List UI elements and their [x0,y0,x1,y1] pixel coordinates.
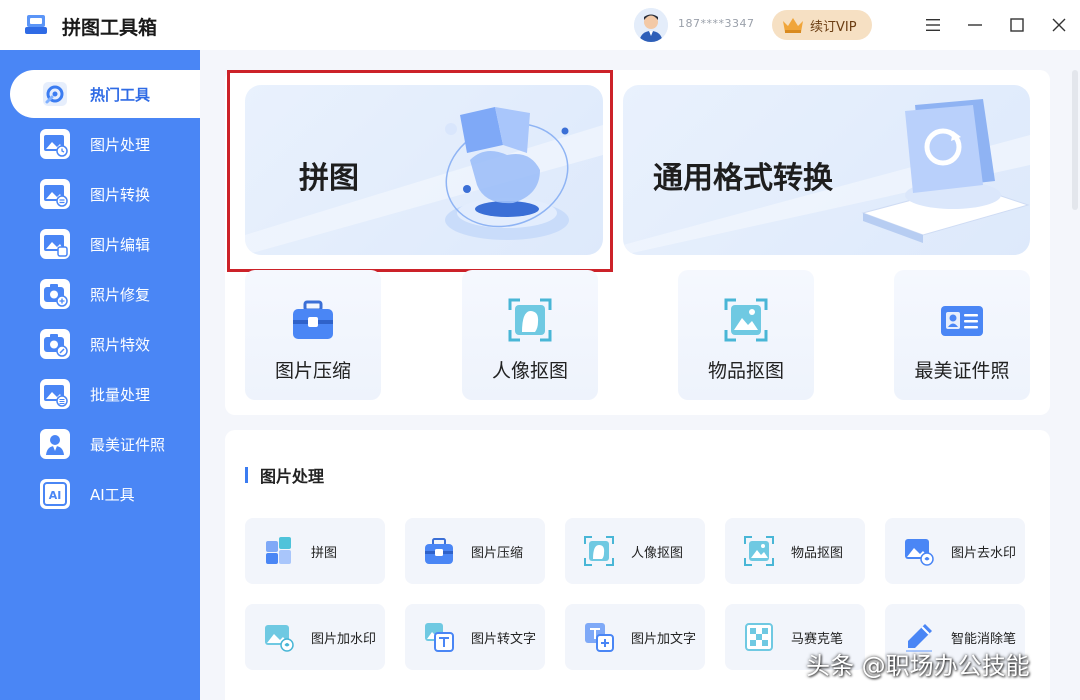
scrollbar[interactable] [1072,70,1078,210]
tool-card-object-cutout[interactable]: 物品抠图 [678,270,814,400]
tool-card-image-compress[interactable]: 图片压缩 [245,270,381,400]
tool-item-label: 图片加文字 [631,631,697,647]
mosaic-icon [745,623,773,651]
sidebar-item-image-editing[interactable]: 图片编辑 [10,220,200,268]
tool-card-label: 人像抠图 [491,360,568,382]
close-button[interactable] [1048,14,1070,36]
renew-vip-button[interactable]: 续订VIP [772,10,872,40]
tool-item-image-compress[interactable]: 图片压缩 [405,518,545,584]
tool-item-label: 图片加水印 [311,631,377,647]
portrait-cutout-icon [584,536,614,566]
id-card-icon [941,306,983,336]
username: 187****3347 [678,17,755,30]
briefcase-icon [293,300,333,339]
tool-item-remove-watermark[interactable]: 图片去水印 [885,518,1025,584]
renew-vip-label: 续订VIP [810,19,857,35]
tool-item-label: 马赛克笔 [791,631,844,647]
sidebar-item-label: 图片编辑 [90,235,151,254]
avatar[interactable] [634,8,668,42]
tool-card-label: 物品抠图 [707,360,784,382]
menu-button[interactable] [922,14,944,36]
sidebar-item-label: 图片处理 [90,135,151,154]
tool-card-label: 最美证件照 [914,360,1010,382]
tool-item-label: 智能消除笔 [951,631,1017,647]
sidebar-item-photo-repair[interactable]: 照片修复 [10,270,200,318]
sidebar-item-label: 图片转换 [90,185,151,204]
wrench-gear-icon [40,79,70,109]
section-title-text: 图片处理 [260,467,325,486]
sidebar-item-photo-effects[interactable]: 照片特效 [10,320,200,368]
app-logo-icon [25,15,47,34]
highlight-box [227,70,613,272]
sidebar-item-hot-tools[interactable]: 热门工具 [10,70,200,118]
sidebar-item-batch-processing[interactable]: 批量处理 [10,370,200,418]
banner-format-conversion-title: 通用格式转换 [653,161,833,196]
portrait-cutout-icon [508,298,552,342]
add-watermark-icon [265,625,294,652]
sidebar: 热门工具 图片处理 图片转换 图片编辑 照片修复 照片特效 批量处理 最美证件照… [0,50,200,700]
puzzle-icon [266,537,291,564]
tool-card-label: 图片压缩 [274,360,351,382]
object-cutout-icon [744,536,774,566]
minimize-button[interactable] [964,14,986,36]
briefcase-icon [425,538,453,564]
crown-icon [783,18,803,33]
tool-card-id-photo[interactable]: 最美证件照 [894,270,1030,400]
object-cutout-icon [724,298,768,342]
tool-item-object-cutout[interactable]: 物品抠图 [725,518,865,584]
title-bar: 拼图工具箱 187****3347 续订VIP [0,0,1080,50]
sidebar-item-label: 照片特效 [90,335,151,354]
tool-item-label: 拼图 [311,545,338,561]
id-photo-icon [40,429,70,459]
user-avatar-icon [634,8,668,42]
section-title: 图片处理 [245,463,324,487]
image-batch-icon [40,379,70,409]
add-text-icon [585,623,614,652]
sidebar-item-label: 热门工具 [90,85,151,104]
tool-item-image-to-text[interactable]: 图片转文字 [405,604,545,670]
image-edit-icon [40,229,70,259]
tool-item-label: 图片压缩 [471,545,524,561]
image-to-text-icon [425,623,454,652]
sidebar-item-label: 最美证件照 [90,435,166,454]
sidebar-item-label: 照片修复 [90,285,151,304]
sidebar-item-label: AI工具 [90,485,135,504]
sidebar-item-image-conversion[interactable]: 图片转换 [10,170,200,218]
tool-item-add-text[interactable]: 图片加文字 [565,604,705,670]
tool-item-add-watermark[interactable]: 图片加水印 [245,604,385,670]
sidebar-item-image-processing[interactable]: 图片处理 [10,120,200,168]
maximize-button[interactable] [1006,14,1028,36]
minimize-icon [968,24,982,26]
camera-magic-icon [40,329,70,359]
svg-text:AI: AI [49,489,62,502]
tool-item-label: 图片去水印 [951,545,1017,561]
app-title: 拼图工具箱 [62,17,158,39]
hamburger-icon [926,19,940,31]
tool-item-puzzle[interactable]: 拼图 [245,518,385,584]
image-convert-icon [40,179,70,209]
sidebar-item-ai-tools[interactable]: AI AI工具 [10,470,200,518]
tool-item-label: 人像抠图 [631,545,684,561]
tool-item-label: 图片转文字 [471,631,537,647]
camera-plus-icon [40,279,70,309]
tool-item-label: 物品抠图 [791,545,844,561]
sidebar-item-id-photo[interactable]: 最美证件照 [10,420,200,468]
watermark-text: 头条 @职场办公技能 [806,652,1030,680]
tool-card-portrait-cutout[interactable]: 人像抠图 [462,270,598,400]
image-clock-icon [40,129,70,159]
sidebar-item-label: 批量处理 [90,385,151,404]
banner-format-conversion[interactable]: 通用格式转换 [623,85,1030,255]
ai-icon: AI [40,479,70,509]
section-title-bar [245,467,248,483]
tool-item-portrait-cutout[interactable]: 人像抠图 [565,518,705,584]
remove-watermark-icon [905,539,934,566]
close-icon [1052,18,1066,32]
maximize-icon [1010,18,1024,32]
